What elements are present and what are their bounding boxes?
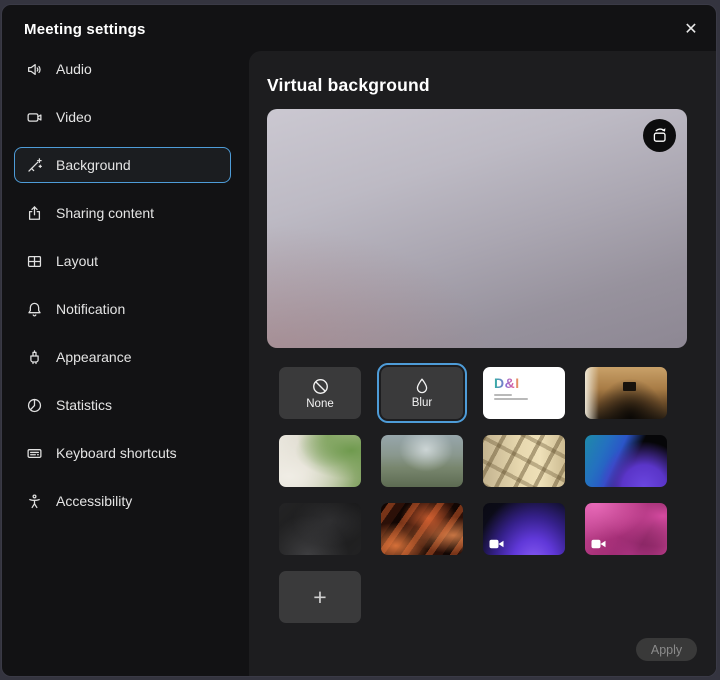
option-label: Blur [412, 397, 432, 409]
sidebar-item-background[interactable]: Background [14, 147, 231, 183]
background-option-lava-texture[interactable] [381, 503, 463, 555]
background-option-pink-waves-video[interactable] [585, 503, 667, 555]
close-icon[interactable]: ✕ [678, 17, 704, 43]
virtual-background-panel: Virtual background None [249, 51, 716, 676]
add-background-button[interactable]: + [279, 571, 361, 623]
office-tv-screen [623, 382, 636, 391]
option-label: None [306, 398, 334, 410]
magic-wand-icon [26, 157, 43, 174]
prohibit-icon [311, 377, 330, 396]
grid-icon [26, 253, 43, 270]
sidebar-item-label: Sharing content [56, 205, 154, 221]
sidebar-item-label: Appearance [56, 349, 132, 365]
share-icon [26, 205, 43, 222]
speaker-icon [26, 61, 43, 78]
droplet-icon [413, 377, 431, 395]
sidebar-item-video[interactable]: Video [14, 99, 231, 135]
meeting-settings-dialog: Meeting settings ✕ Audio Video [1, 4, 717, 677]
video-camera-icon [26, 109, 43, 126]
background-option-blur[interactable]: Blur [381, 367, 463, 419]
background-option-dark-waves[interactable] [279, 503, 361, 555]
flip-camera-button[interactable] [643, 119, 676, 152]
flip-camera-icon [649, 125, 670, 146]
background-option-purple-glow-video[interactable] [483, 503, 565, 555]
background-option-blurred-landscape[interactable] [381, 435, 463, 487]
video-camera-badge-icon [489, 539, 504, 549]
background-options-grid: None Blur D&I [279, 367, 667, 555]
settings-sidebar: Audio Video Background [2, 51, 249, 676]
sidebar-item-layout[interactable]: Layout [14, 243, 231, 279]
background-option-office-interior[interactable] [585, 367, 667, 419]
page-title: Virtual background [267, 75, 430, 96]
sidebar-item-notification[interactable]: Notification [14, 291, 231, 327]
sidebar-item-audio[interactable]: Audio [14, 51, 231, 87]
sidebar-item-label: Notification [56, 301, 125, 317]
sidebar-item-label: Layout [56, 253, 98, 269]
sidebar-item-accessibility[interactable]: Accessibility [14, 483, 231, 519]
apply-button[interactable]: Apply [636, 638, 697, 661]
sidebar-item-label: Video [56, 109, 92, 125]
sidebar-item-statistics[interactable]: Statistics [14, 387, 231, 423]
window-title: Meeting settings [24, 21, 146, 38]
background-option-window-light[interactable] [483, 435, 565, 487]
sidebar-item-label: Accessibility [56, 493, 132, 509]
background-option-living-room[interactable] [279, 435, 361, 487]
d-and-i-tagline [494, 394, 528, 400]
sidebar-item-label: Statistics [56, 397, 112, 413]
bell-icon [26, 301, 43, 318]
sidebar-item-sharing-content[interactable]: Sharing content [14, 195, 231, 231]
sidebar-item-label: Background [56, 157, 131, 173]
background-option-abstract-blue-purple[interactable] [585, 435, 667, 487]
sidebar-item-label: Keyboard shortcuts [56, 445, 177, 461]
sidebar-item-appearance[interactable]: Appearance [14, 339, 231, 375]
video-camera-badge-icon [591, 539, 606, 549]
camera-preview [267, 109, 687, 348]
keyboard-icon [26, 445, 43, 462]
pie-chart-icon [26, 397, 43, 414]
sidebar-item-label: Audio [56, 61, 92, 77]
background-option-none[interactable]: None [279, 367, 361, 419]
paintbrush-icon [26, 349, 43, 366]
sidebar-item-keyboard-shortcuts[interactable]: Keyboard shortcuts [14, 435, 231, 471]
d-and-i-logo: D&I [494, 376, 520, 390]
accessibility-icon [26, 493, 43, 510]
background-option-d-and-i-logo[interactable]: D&I [483, 367, 565, 419]
